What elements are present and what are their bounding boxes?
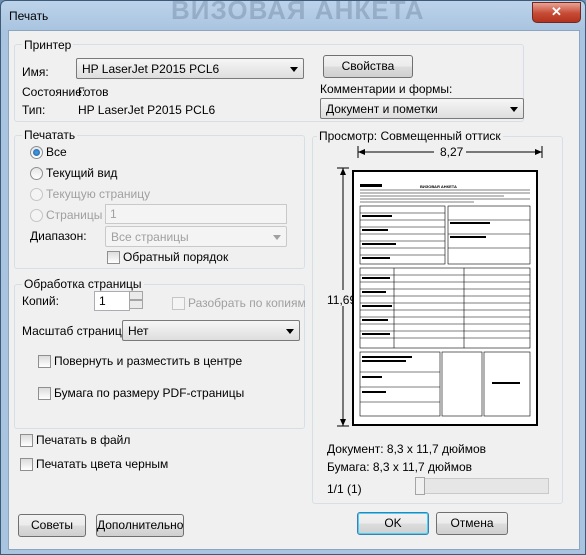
rotate-center-label[interactable]: Повернуть и разместить в центре	[54, 354, 242, 368]
collate-checkbox[interactable]	[172, 297, 185, 310]
type-value: HP LaserJet P2015 PCL6	[78, 103, 216, 117]
current-view-label[interactable]: Текущий вид	[46, 166, 117, 180]
current-page-radio[interactable]	[30, 188, 43, 201]
pdf-page-size-label[interactable]: Бумага по размеру PDF-страницы	[54, 386, 244, 400]
printer-name-select[interactable]: HP LaserJet P2015 PCL6	[76, 58, 304, 79]
current-view-radio[interactable]	[30, 167, 43, 180]
preview-label: Просмотр: Совмещенный оттиск	[317, 129, 503, 143]
collate-label[interactable]: Разобрать по копиям	[188, 296, 306, 310]
chevron-down-icon	[290, 67, 298, 72]
status-label: Состояние:	[22, 85, 86, 99]
reverse-order-label[interactable]: Обратный порядок	[123, 250, 228, 264]
page-scaling-label: Масштаб страницы:	[22, 324, 134, 338]
copies-decrement-button[interactable]	[129, 300, 143, 309]
properties-button[interactable]: Свойства	[323, 55, 413, 78]
chevron-down-icon	[273, 235, 281, 240]
all-pages-label[interactable]: Все	[46, 145, 67, 159]
print-black-checkbox[interactable]	[20, 458, 33, 471]
cancel-button[interactable]: Отмена	[436, 512, 508, 535]
title-bar[interactable]: ВИЗОВАЯ АНКЕТА Печать ✕	[1, 0, 586, 31]
printer-name-label: Имя:	[22, 65, 49, 79]
close-button[interactable]: ✕	[532, 2, 581, 23]
tips-button[interactable]: Советы	[18, 514, 86, 537]
copies-value: 1	[99, 294, 106, 308]
range-label: Диапазон:	[30, 229, 87, 243]
page-counter: 1/1 (1)	[327, 482, 362, 496]
ok-button[interactable]: OK	[357, 512, 429, 535]
page-handling-group-label: Обработка страницы	[22, 277, 144, 291]
page-slider-thumb[interactable]	[415, 477, 425, 495]
page-scaling-select[interactable]: Нет	[122, 320, 300, 341]
pages-input-value: 1	[110, 207, 117, 221]
printer-name-value: HP LaserJet P2015 PCL6	[82, 62, 220, 76]
print-to-file-label[interactable]: Печатать в файл	[36, 433, 130, 447]
comments-forms-value: Документ и пометки	[326, 102, 438, 116]
copies-increment-button[interactable]	[129, 291, 143, 300]
print-black-label[interactable]: Печатать цвета черным	[36, 457, 168, 471]
print-dialog: ВИЗОВАЯ АНКЕТА Печать ✕ Принтер Имя: HP …	[0, 0, 586, 555]
document-size-label: Документ: 8,3 x 11,7 дюймов	[327, 442, 487, 456]
current-page-label[interactable]: Текущую страницу	[46, 187, 150, 201]
page-width-value: 8,27	[440, 145, 464, 159]
range-select[interactable]: Все страницы	[105, 226, 287, 247]
chevron-down-icon	[286, 329, 294, 334]
page-scaling-value: Нет	[128, 324, 149, 338]
range-value: Все страницы	[111, 230, 189, 244]
page-preview-thumbnail: ВИЗОВАЯ АНКЕТА	[352, 170, 538, 426]
reverse-order-checkbox[interactable]	[107, 251, 120, 264]
print-range-group-label: Печатать	[22, 128, 78, 142]
pages-radio[interactable]	[30, 209, 43, 222]
printer-group-label: Принтер	[22, 38, 74, 52]
advanced-button[interactable]: Дополнительно	[96, 514, 184, 537]
page-slider-track[interactable]	[415, 478, 549, 494]
copies-input[interactable]: 1	[94, 291, 130, 311]
preview-form-graphic	[359, 184, 531, 417]
print-to-file-checkbox[interactable]	[20, 434, 33, 447]
copies-label: Копий:	[22, 294, 59, 308]
comments-forms-label: Комментарии и формы:	[320, 82, 453, 96]
chevron-down-icon	[510, 107, 518, 112]
window-title: Печать	[9, 9, 49, 23]
pdf-page-size-checkbox[interactable]	[38, 387, 51, 400]
status-value: Готов	[78, 85, 109, 99]
rotate-center-checkbox[interactable]	[38, 355, 51, 368]
paper-size-label: Бумага: 8,3 x 11,7 дюймов	[327, 460, 473, 474]
all-pages-radio[interactable]	[30, 146, 43, 159]
comments-forms-select[interactable]: Документ и пометки	[320, 98, 524, 119]
pages-label[interactable]: Страницы	[46, 208, 102, 222]
pages-input[interactable]: 1	[105, 204, 287, 224]
background-window-title: ВИЗОВАЯ АНКЕТА	[171, 0, 425, 25]
type-label: Тип:	[22, 103, 46, 117]
